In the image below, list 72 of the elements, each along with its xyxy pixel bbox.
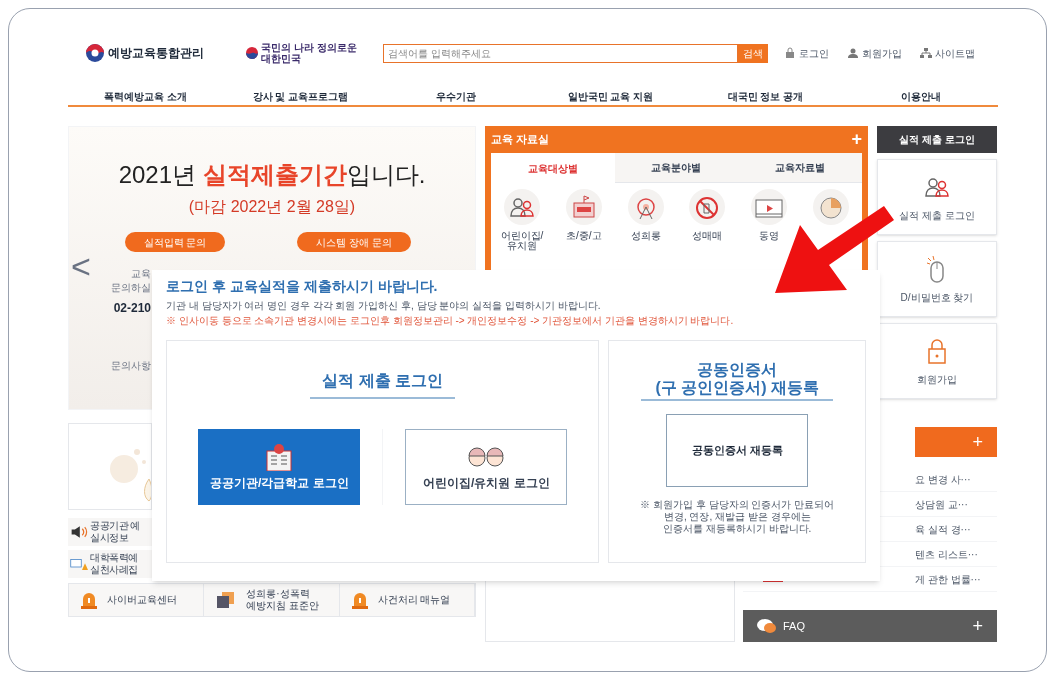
login-button[interactable]: 공공기관/각급학교 로그인 — [198, 429, 361, 505]
category-tile[interactable] — [751, 189, 788, 225]
quick-link[interactable]: 대학폭력예 실천사례집 — [68, 550, 152, 578]
snippet-text: 문의하실 — [111, 281, 151, 295]
slogan-text: 국민의 나라 정의로운 대한민국 — [261, 42, 358, 64]
tile-label: 성희롱 — [630, 231, 661, 241]
tile-label: 성매매 — [692, 231, 723, 241]
building-icon — [264, 442, 295, 471]
notice-item[interactable]: 상담원 교··· — [915, 496, 997, 512]
lock-icon — [784, 47, 796, 59]
speech-bubbles-icon — [757, 618, 777, 634]
side-link-card[interactable]: D/비밀번호 찾기 — [877, 241, 997, 317]
alarm-light-icon — [351, 591, 368, 609]
info-text: 기관 내 담당자가 여러 명인 경우 각각 회원 가입하신 후, 담당 분야의 실적을 입력하시기 바랍니다. — [166, 299, 602, 313]
person-icon — [847, 47, 859, 59]
side-panel-header: 실적 제출 로그인 — [877, 126, 997, 153]
faq-label: FAQ — [783, 618, 805, 634]
nav-menu-item[interactable]: 이용안내 — [900, 91, 941, 102]
alarm-light-icon — [81, 591, 97, 609]
category-tile[interactable] — [689, 189, 726, 225]
nav-menu-item[interactable]: 폭력예방교육 소개 — [104, 91, 187, 102]
bubbles-and-leaf-drawing — [109, 446, 151, 502]
notice-item[interactable]: 육 실적 경··· — [915, 521, 997, 537]
speaker-icon — [70, 524, 88, 540]
popup-heading: 로그인 후 교육실적을 제출하시기 바랍니다. — [166, 277, 439, 296]
category-tab[interactable]: 교육자료별 — [738, 153, 862, 183]
nav-menu-item[interactable]: 대국민 정보 공개 — [727, 91, 804, 102]
tile-label: 어린이집/ 유치원 — [500, 231, 544, 251]
previous-slide-button[interactable]: < — [71, 249, 91, 283]
quick-link[interactable]: 사건처리 매뉴얼 — [339, 584, 475, 616]
card-title: 공동인증서 (구 공인인증서) 재등록 — [641, 361, 833, 401]
header-link[interactable]: 로그인 — [784, 45, 829, 61]
category-tile[interactable] — [813, 189, 850, 225]
side-link-card[interactable]: 실적 제출 로그인 — [877, 159, 997, 235]
category-tile[interactable] — [565, 189, 602, 225]
notice-item[interactable]: 텐츠 리스트··· — [915, 546, 997, 562]
search-field[interactable]: 검색어를 입력해주세요 — [383, 43, 738, 63]
panel-title: 교육 자료실 — [491, 132, 550, 148]
card-title: 실적 제출 로그인 — [310, 369, 456, 399]
tile-label: 동영 — [759, 231, 780, 241]
faq-bar[interactable]: FAQ + — [743, 610, 997, 642]
banner-title: 2021년 실적제출기간입니다. — [117, 160, 427, 190]
warning-text: ※ 인사이동 등으로 소속기관 변경시에는 로그인후 회원정보관리 -> 개인정보수정 -> 기관정보에서 기관을 변경하시기 바랍니다. — [166, 314, 735, 328]
note-text: 변경, 연장, 재발급 받은 경우에는 — [663, 511, 811, 523]
header-link[interactable]: 사이트맵 — [920, 45, 975, 61]
category-tab[interactable]: 교육분야별 — [614, 153, 739, 183]
site-logo-text[interactable]: 예방교육통합관리 — [108, 44, 204, 62]
notice-item[interactable]: 게 관한 법률··· — [915, 571, 997, 587]
category-tile[interactable] — [627, 189, 664, 225]
nav-menu-item[interactable]: 우수기관 — [435, 91, 476, 102]
plus-icon: + — [972, 612, 983, 640]
header-link[interactable]: 회원가입 — [847, 45, 902, 61]
circle-logo-icon — [85, 43, 105, 63]
login-button[interactable]: 어린이집/유치원 로그인 — [405, 429, 568, 505]
documents-icon — [216, 591, 237, 609]
side-link-card[interactable]: 회원가입 — [877, 323, 997, 399]
snippet-text: 문의사항 — [111, 359, 151, 373]
note-text: ※ 회원가입 후 담당자의 인증서가 만료되어 — [640, 499, 835, 511]
snippet-text: 교육 — [131, 267, 151, 281]
category-tile[interactable] — [503, 189, 540, 225]
nav-menu-item[interactable]: 강사 및 교육프로그램 — [252, 91, 349, 102]
reregister-button[interactable]: 공동인증서 재등록 — [666, 414, 809, 487]
sitemap-icon — [920, 47, 932, 59]
notice-item[interactable]: 요 변경 사··· — [915, 471, 997, 487]
phone-number: 02-210 — [113, 300, 151, 317]
quick-link[interactable]: 사이버교육센터 — [69, 584, 205, 616]
quick-link[interactable]: 성희롱·성폭력 예방지침 표준안 — [204, 584, 340, 616]
note-text: 인증서를 재등록하시기 바랍니다. — [663, 523, 812, 535]
deadline-text: (마감 2022년 2월 28일) — [187, 197, 357, 217]
quick-link[interactable]: 공공기관 예 실시정보 — [68, 518, 152, 546]
nav-menu-item[interactable]: 일반국민 교육 지원 — [567, 91, 654, 102]
tile-label: 초/중/고 — [565, 231, 602, 241]
